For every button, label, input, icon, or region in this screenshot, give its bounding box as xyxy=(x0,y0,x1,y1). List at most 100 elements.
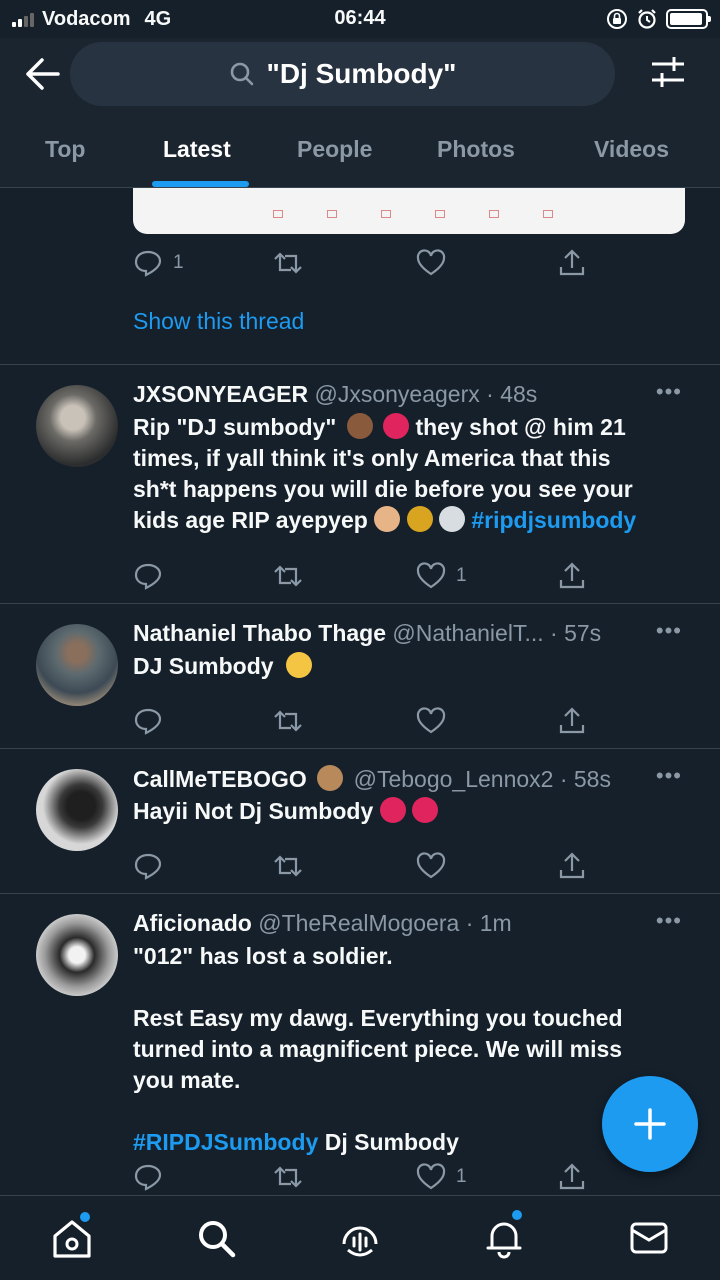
heart-icon xyxy=(416,562,446,589)
show-thread-link[interactable]: Show this thread xyxy=(133,308,304,335)
reply-icon xyxy=(134,853,162,880)
reply-icon xyxy=(134,250,162,277)
reply-icon xyxy=(134,1164,162,1191)
reply-button[interactable] xyxy=(133,851,163,881)
divider xyxy=(0,364,720,365)
notifications-bell-icon[interactable] xyxy=(482,1216,526,1260)
reply-icon xyxy=(134,708,162,735)
tab-top[interactable]: Top xyxy=(45,136,85,163)
broken-heart-icon xyxy=(412,797,439,823)
messages-icon[interactable] xyxy=(627,1216,671,1260)
compose-tweet-button[interactable] xyxy=(602,1076,698,1172)
like-button[interactable] xyxy=(416,248,446,278)
retweet-button[interactable] xyxy=(273,706,303,736)
goat-emoji-icon xyxy=(317,765,344,791)
more-icon[interactable]: ••• xyxy=(656,763,682,789)
tab-videos[interactable]: Videos xyxy=(594,136,669,163)
share-button[interactable] xyxy=(557,248,587,278)
person-emoji-icon xyxy=(346,413,373,439)
share-button[interactable] xyxy=(557,706,587,736)
plus-icon xyxy=(634,1108,666,1140)
share-button[interactable] xyxy=(557,851,587,881)
user-name[interactable]: CallMeTEBOGO xyxy=(133,766,307,792)
retweet-button[interactable] xyxy=(273,851,303,881)
search-header: "Dj Sumbody" Top Latest People Photos Vi… xyxy=(0,38,720,188)
home-notification-dot xyxy=(80,1212,90,1222)
like-button[interactable] xyxy=(416,706,446,736)
battery-icon xyxy=(666,9,711,29)
status-bar: Vodacom 4G 06:44 xyxy=(0,0,720,38)
share-icon xyxy=(559,707,585,734)
search-icon[interactable] xyxy=(194,1216,238,1260)
retweet-icon xyxy=(274,252,302,274)
retweet-icon xyxy=(274,565,302,587)
tweet-time: · 48s xyxy=(486,381,538,407)
tab-people[interactable]: People xyxy=(297,136,372,163)
tweet-text: DJ Sumbody xyxy=(133,651,683,682)
praying-hands-icon xyxy=(374,506,401,532)
tweet-text: Hayii Not Dj Sumbody xyxy=(133,796,683,827)
retweet-icon xyxy=(274,1166,302,1188)
broken-heart-icon xyxy=(383,413,410,439)
retweet-button[interactable] xyxy=(273,1162,303,1192)
share-button[interactable] xyxy=(557,561,587,591)
user-handle[interactable]: @Tebogo_Lennox2 xyxy=(354,766,554,792)
reply-button[interactable] xyxy=(133,706,163,736)
like-button[interactable]: 1 xyxy=(416,561,467,591)
search-icon xyxy=(230,62,253,86)
user-handle[interactable]: @Jxsonyeagerx xyxy=(315,381,480,407)
user-handle[interactable]: @NathanielT... xyxy=(392,620,543,646)
more-icon[interactable]: ••• xyxy=(656,379,682,405)
tweet-actions xyxy=(133,706,593,742)
home-icon[interactable] xyxy=(50,1216,94,1260)
tweet-actions: 1 xyxy=(133,248,593,284)
sliders-icon[interactable] xyxy=(648,54,688,90)
divider xyxy=(0,603,720,604)
like-count: 1 xyxy=(456,565,467,586)
hashtag-link[interactable]: #ripdjsumbody xyxy=(471,507,636,533)
avatar[interactable] xyxy=(36,385,118,467)
avatar[interactable] xyxy=(36,624,118,706)
user-handle[interactable]: @TheRealMogoera xyxy=(258,910,459,936)
heart-icon xyxy=(416,852,446,879)
reply-button[interactable] xyxy=(133,1162,163,1192)
tweet-actions: 1 xyxy=(133,561,593,597)
heart-icon xyxy=(416,249,446,276)
tab-photos[interactable]: Photos xyxy=(437,136,515,163)
retweet-button[interactable] xyxy=(273,248,303,278)
hashtag-link[interactable]: #RIPDJSumbody xyxy=(133,1129,318,1155)
avatar[interactable] xyxy=(36,914,118,996)
like-count: 1 xyxy=(456,1166,467,1187)
search-input[interactable]: "Dj Sumbody" xyxy=(70,42,615,106)
spaces-icon[interactable] xyxy=(338,1216,382,1260)
like-button[interactable] xyxy=(416,851,446,881)
back-arrow-icon[interactable] xyxy=(22,56,62,92)
reply-button[interactable] xyxy=(133,561,163,591)
tweet-actions xyxy=(133,851,593,887)
like-button[interactable]: 1 xyxy=(416,1162,467,1192)
broken-heart-icon xyxy=(379,797,406,823)
more-icon[interactable]: ••• xyxy=(656,908,682,934)
reply-button[interactable]: 1 xyxy=(133,248,184,278)
avatar[interactable] xyxy=(36,769,118,851)
user-name[interactable]: Nathaniel Thabo Thage xyxy=(133,620,386,646)
share-button[interactable] xyxy=(557,1162,587,1192)
reply-count: 1 xyxy=(173,252,184,273)
retweet-icon xyxy=(274,710,302,732)
user-name[interactable]: Aficionado xyxy=(133,910,252,936)
tab-latest[interactable]: Latest xyxy=(163,136,231,163)
tweet-text: Rip "DJ sumbody" they shot @ him 21 time… xyxy=(133,413,637,533)
notifications-dot xyxy=(512,1210,522,1220)
share-icon xyxy=(559,562,585,589)
active-tab-indicator xyxy=(152,181,249,187)
search-query: "Dj Sumbody" xyxy=(266,58,457,89)
search-results-feed[interactable]: 1 Show this thread JXSONYEAGER @Jxsonyea… xyxy=(0,188,720,1195)
reply-icon xyxy=(134,563,162,590)
user-name[interactable]: JXSONYEAGER xyxy=(133,381,308,407)
tweet-media-image[interactable] xyxy=(133,188,685,234)
share-icon xyxy=(559,852,585,879)
retweet-button[interactable] xyxy=(273,561,303,591)
more-icon[interactable]: ••• xyxy=(656,618,682,644)
share-icon xyxy=(559,249,585,276)
share-icon xyxy=(559,1163,585,1190)
